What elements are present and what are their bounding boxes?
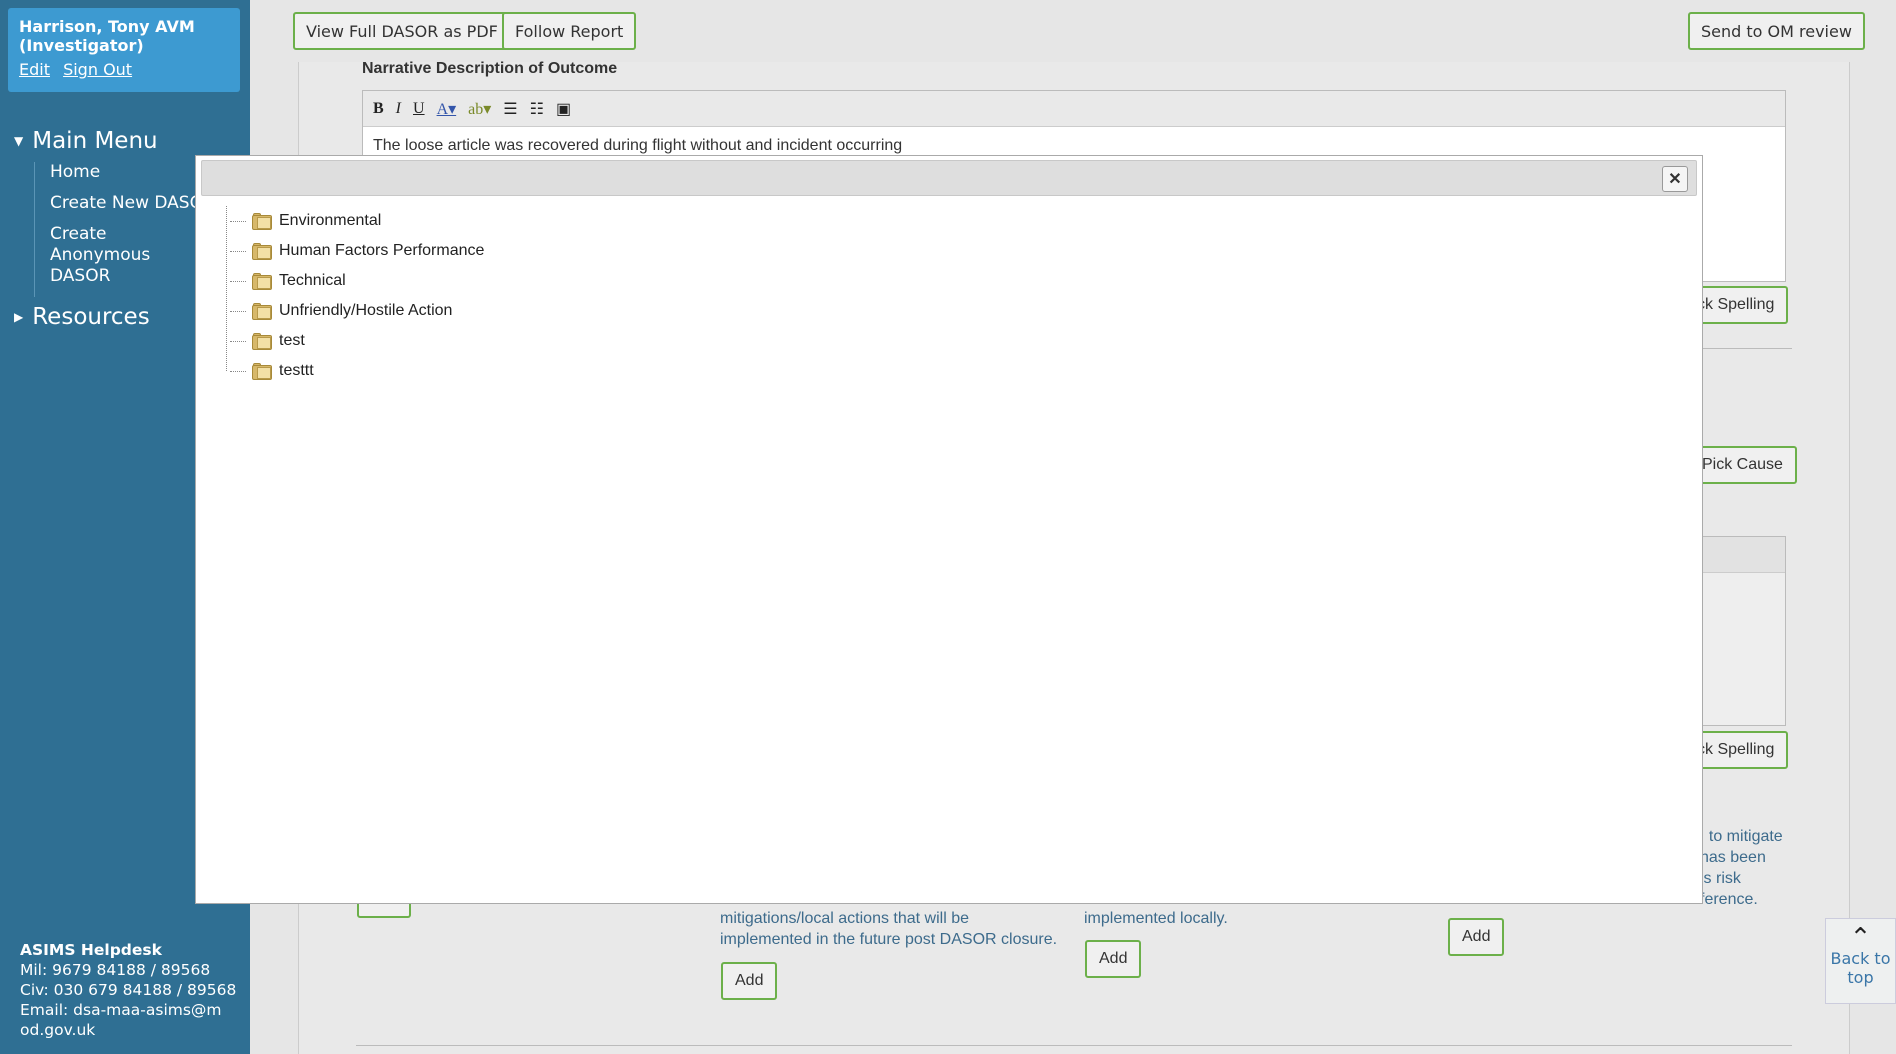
col4-text: . to mitigate has been is risk ference.: [1700, 828, 1783, 908]
italic-icon[interactable]: I: [396, 100, 401, 118]
add-button-3[interactable]: Add: [1085, 940, 1142, 978]
back-to-top-button[interactable]: ⌃ Back to top: [1825, 918, 1896, 1004]
edit-link[interactable]: Edit: [19, 60, 50, 79]
narrative-label: Narrative Description of Outcome: [362, 60, 618, 77]
tree-node-human-factors[interactable]: Human Factors Performance: [226, 236, 484, 266]
folder-icon: [252, 212, 272, 230]
helpdesk-title: ASIMS Helpdesk: [20, 941, 162, 959]
editor-toolbar: B I U A▾ ab▾ ☰ ☷ ▣: [363, 91, 1785, 127]
highlight-icon[interactable]: ab▾: [468, 99, 491, 119]
folder-icon: [252, 242, 272, 260]
tree-node-unfriendly-hostile[interactable]: Unfriendly/Hostile Action: [226, 296, 484, 326]
menu-item-home[interactable]: Home: [50, 162, 215, 183]
folder-icon: [252, 332, 272, 350]
numbered-list-icon[interactable]: ☷: [530, 99, 544, 119]
back-to-top-label: Back to top: [1830, 949, 1891, 987]
modal-titlebar[interactable]: ✕: [201, 160, 1697, 196]
close-icon[interactable]: ✕: [1662, 166, 1688, 192]
helpdesk-civ: Civ: 030 679 84188 / 89568: [20, 981, 237, 999]
helpdesk-email-label: Email:: [20, 1001, 69, 1019]
col2-text: mitigations/local actions that will be i…: [720, 910, 1058, 948]
underline-icon[interactable]: U: [413, 100, 425, 118]
menu-item-create-new-dasor[interactable]: Create New DASOR: [50, 193, 215, 214]
send-to-om-review-button[interactable]: Send to OM review: [1688, 12, 1865, 50]
tree-node-label[interactable]: testtt: [279, 362, 314, 380]
sign-out-link[interactable]: Sign Out: [63, 60, 132, 79]
tree-node-testtt[interactable]: testtt: [226, 356, 484, 386]
folder-icon: [252, 272, 272, 290]
tree-node-environmental[interactable]: Environmental: [226, 206, 484, 236]
main-menu-list: Home Create New DASOR Create Anonymous D…: [34, 162, 215, 297]
follow-report-button[interactable]: Follow Report: [502, 12, 637, 50]
tree-node-test[interactable]: test: [226, 326, 484, 356]
view-pdf-button[interactable]: View Full DASOR as PDF: [293, 12, 511, 50]
resources-toggle[interactable]: ▶ Resources: [14, 304, 150, 330]
tree-node-label[interactable]: Human Factors Performance: [279, 242, 484, 260]
font-color-icon[interactable]: A▾: [437, 99, 457, 119]
tree-node-label[interactable]: Technical: [279, 272, 346, 290]
bold-icon[interactable]: B: [373, 100, 384, 118]
main-menu-toggle[interactable]: ▼ Main Menu: [14, 128, 158, 154]
user-name: Harrison, Tony AVM (Investigator): [19, 17, 195, 55]
add-button-2[interactable]: Add: [721, 962, 778, 1000]
folder-icon: [252, 362, 272, 380]
tree-node-label[interactable]: Unfriendly/Hostile Action: [279, 302, 452, 320]
tree-node-technical[interactable]: Technical: [226, 266, 484, 296]
triangle-right-icon: ▶: [14, 310, 24, 324]
triangle-down-icon: ▼: [14, 134, 24, 148]
resources-title: Resources: [32, 304, 150, 330]
tree-node-label[interactable]: Environmental: [279, 212, 381, 230]
folder-icon: [252, 302, 272, 320]
chevron-up-icon: ⌃: [1849, 923, 1872, 953]
menu-item-create-anonymous-dasor[interactable]: Create Anonymous DASOR: [50, 224, 210, 287]
main-menu-title: Main Menu: [32, 128, 158, 154]
helpdesk-mil: Mil: 9679 84188 / 89568: [20, 961, 211, 979]
tree-node-label[interactable]: test: [279, 332, 305, 350]
user-card: Harrison, Tony AVM (Investigator) Edit S…: [8, 8, 240, 92]
col3-text: implemented locally.: [1084, 910, 1228, 927]
pick-cause-button[interactable]: Pick Cause: [1688, 446, 1797, 484]
helpdesk-info: ASIMS Helpdesk Mil: 9679 84188 / 89568 C…: [20, 940, 236, 1040]
bullet-list-icon[interactable]: ☰: [503, 99, 517, 119]
add-button-4[interactable]: Add: [1448, 918, 1505, 956]
paste-icon[interactable]: ▣: [556, 99, 571, 119]
cause-tree: Environmental Human Factors Performance …: [226, 206, 484, 386]
divider-bottom: [356, 1045, 1792, 1046]
cause-picker-modal: ✕ Environmental Human Factors Performanc…: [195, 155, 1703, 904]
